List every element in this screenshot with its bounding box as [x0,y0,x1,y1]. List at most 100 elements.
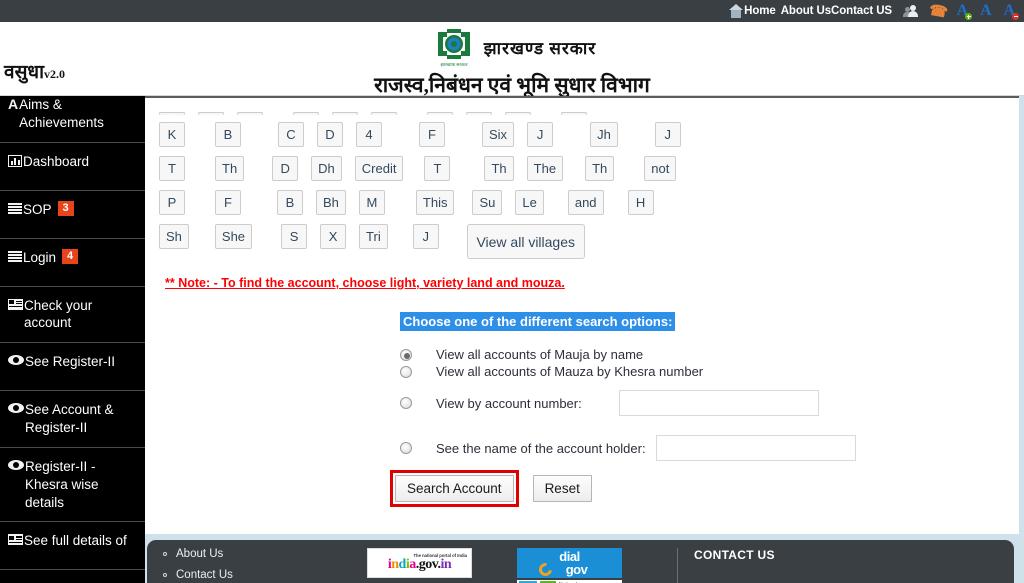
letter-button[interactable]: Dh [311,156,342,181]
radio-mauza-by-khesra[interactable] [400,365,412,378]
letter-row: K B C D 4 F Six J Jh J [159,122,1019,147]
letter-button[interactable]: She [214,224,253,249]
letter-button[interactable]: Sh [159,224,189,249]
letter-button-clipped[interactable] [561,112,587,115]
sidebar-item-see-register-ii[interactable]: See Register-II [0,343,145,392]
letter-button[interactable]: and [567,190,604,215]
sidebar-item-register-ii-khesra-wise[interactable]: Register-II - Khesra wise details [0,448,145,523]
letter-button[interactable]: Credit [354,156,404,181]
village-letter-grid: K B C D 4 F Six J Jh J T Th D Dh Credit … [145,98,1019,259]
radio-by-account-number[interactable] [400,397,412,409]
sidebar-item-label: Dashboard [23,153,90,169]
letter-button[interactable]: K [159,122,185,147]
letter-button[interactable]: X [320,224,347,249]
letter-button-clipped[interactable] [466,112,492,115]
sidebar-item-label: See Register-II [25,354,116,370]
letter-button[interactable]: J [654,122,681,147]
letter-button[interactable]: M [358,190,385,215]
letter-button-clipped[interactable] [198,112,224,115]
letter-button[interactable]: The [526,156,564,181]
letter-button[interactable]: Jh [590,122,618,147]
sidebar-item-check-your-account[interactable]: Check your account [0,287,145,344]
letter-button[interactable]: This [415,190,455,215]
reset-button[interactable]: Reset [532,475,592,502]
nav-about-us-link[interactable]: About Us [781,5,831,17]
search-options-group: View all accounts of Mauja by name View … [400,347,1019,461]
bars-icon [8,202,22,215]
eye-icon [8,403,24,414]
font-decrease-icon[interactable]: A [1004,3,1019,20]
letter-button[interactable]: S [281,224,308,249]
font-normal-icon[interactable]: A [980,3,994,19]
letter-a-icon: A [8,96,19,112]
search-account-button[interactable]: Search Account [395,475,514,502]
letter-button[interactable]: Tri [359,224,388,249]
left-sidebar: A Aims & Achievements Dashboard SOP 3 Lo… [0,96,145,583]
sidebar-item-label: See Account & Register-II [25,402,114,436]
dial-logo-line2: gov [565,562,588,577]
letter-button[interactable]: P [159,190,185,215]
footer-link-about-us[interactable]: About Us [163,548,367,560]
nav-home-link[interactable]: Home [744,5,776,17]
bullet-icon [163,552,167,556]
letter-button[interactable]: J [412,224,439,249]
main-column: K B C D 4 F Six J Jh J T Th D Dh Credit … [145,96,1024,583]
letter-button[interactable]: Th [484,156,514,181]
nav-contact-us-link[interactable]: Contact US [831,5,892,17]
letter-button[interactable]: Th [585,156,615,181]
letter-button[interactable]: D [317,122,343,147]
letter-button[interactable]: Six [482,122,515,147]
sidebar-item-sop[interactable]: SOP 3 [0,191,145,239]
sidebar-item-see-full-details[interactable]: See full details of [0,522,145,571]
letter-button-clipped[interactable] [505,112,531,115]
people-icon[interactable] [903,4,920,18]
option-label: View all accounts of Mauza by Khesra num… [436,364,704,379]
letter-button[interactable]: D [272,156,299,181]
view-all-villages-button[interactable]: View all villages [466,224,585,259]
letter-button[interactable]: Th [215,156,245,181]
letter-button[interactable]: H [627,190,654,215]
sidebar-item-aims-achievements[interactable]: A Aims & Achievements [0,96,145,143]
radio-mauja-by-name[interactable] [400,348,412,361]
footer-link-label: About Us [176,548,224,560]
letter-button-clipped[interactable] [293,112,319,115]
footer-link-contact-us[interactable]: Contact Us [163,569,367,581]
card-icon [8,534,23,546]
letter-button[interactable]: not [644,156,677,181]
letter-button-clipped[interactable] [237,112,263,115]
sidebar-item-dashboard[interactable]: Dashboard [0,143,145,191]
phone-icon[interactable]: ☎ [928,1,949,21]
jharkhand-emblem-icon: झारखण्ड सरकार [434,26,474,68]
letter-button[interactable]: F [215,190,241,215]
letter-button-clipped[interactable] [332,112,358,115]
letter-button[interactable]: T [424,156,451,181]
note-text: ** Note: - To find the account, choose l… [165,276,565,290]
india-gov-in-logo[interactable]: The national portal of India india.gov.i… [367,548,472,578]
sidebar-item-see-account-and-register-ii[interactable]: See Account & Register-II [0,391,145,448]
sidebar-item-label: Check your account [24,297,93,331]
letter-button[interactable]: F [419,122,445,147]
letter-button[interactable]: 4 [356,122,382,147]
radio-account-holder-name[interactable] [400,442,412,454]
dial-gov-logo[interactable]: dial gov [517,548,622,579]
main-content-panel: K B C D 4 F Six J Jh J T Th D Dh Credit … [145,96,1019,534]
account-holder-name-input[interactable] [655,435,856,461]
font-increase-icon[interactable]: A [957,3,973,20]
option-row-mauja-by-name: View all accounts of Mauja by name [400,347,1019,362]
letter-button[interactable]: J [527,122,554,147]
account-number-input[interactable] [618,390,819,416]
letter-button-clipped[interactable] [371,112,397,115]
letter-button[interactable]: Bh [316,190,346,215]
search-options-heading: Choose one of the different search optio… [400,312,676,331]
letter-button-clipped[interactable] [159,112,185,115]
letter-row-last: Sh She S X Tri J View all villages [159,224,1019,259]
letter-button[interactable]: T [159,156,185,181]
letter-button[interactable]: C [278,122,304,147]
letter-button[interactable]: B [277,190,303,215]
letter-button[interactable]: Le [515,190,544,215]
letter-button[interactable]: Su [472,190,503,215]
letter-button[interactable]: B [215,122,241,147]
sidebar-item-login[interactable]: Login 4 [0,239,145,287]
letter-button-clipped[interactable] [427,112,453,115]
footer-contact-column: CONTACT US [677,548,1014,583]
